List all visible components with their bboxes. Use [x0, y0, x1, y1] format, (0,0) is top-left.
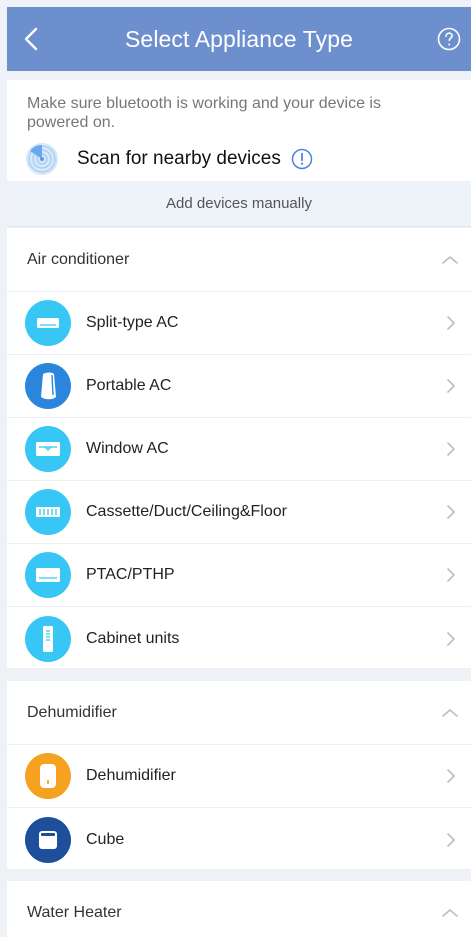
portable-ac-glyph — [41, 372, 56, 400]
scan-nearby-devices-row[interactable]: Scan for nearby devices — [25, 142, 313, 176]
portable-ac-icon — [25, 363, 71, 409]
chevron-right-icon — [447, 832, 455, 847]
question-circle-icon — [437, 27, 461, 51]
chevron-right-icon — [447, 316, 455, 330]
item-label: Dehumidifier — [86, 767, 176, 784]
help-button[interactable] — [435, 25, 463, 53]
chevron-up-icon — [442, 908, 458, 917]
radar-scan-icon — [26, 143, 58, 175]
item-label: Cassette/Duct/Ceiling&Floor — [86, 503, 287, 520]
list-item-cassette-duct-ceiling-floor[interactable]: Cassette/Duct/Ceiling&Floor — [7, 481, 471, 544]
list-item-cube[interactable]: Cube — [7, 808, 471, 871]
chevron-up-icon — [442, 255, 458, 264]
split-ac-icon — [25, 300, 71, 346]
ptac-glyph — [36, 568, 60, 582]
list-item-portable-ac[interactable]: Portable AC — [7, 355, 471, 418]
list-item-window-ac[interactable]: Window AC — [7, 418, 471, 481]
section-title: Dehumidifier — [27, 703, 117, 721]
chevron-right-icon — [447, 568, 455, 582]
chevron-right-icon — [447, 505, 455, 519]
dehumidifier-section: Dehumidifier Dehumidifier Cube — [7, 681, 471, 869]
cabinet-glyph — [43, 625, 53, 652]
window-ac-glyph — [36, 442, 60, 456]
list-item-cabinet-units[interactable]: Cabinet units — [7, 607, 471, 670]
chevron-right-icon — [447, 631, 455, 646]
cassette-icon — [25, 489, 71, 535]
window-ac-icon — [25, 426, 71, 472]
cabinet-icon — [25, 615, 71, 662]
water-heater-section-header[interactable]: Water Heater — [7, 881, 471, 937]
item-label: Cube — [86, 830, 125, 848]
item-label: Portable AC — [86, 377, 172, 394]
dehumidifier-icon — [25, 753, 71, 799]
split-ac-glyph — [37, 318, 59, 328]
back-arrow-icon — [24, 27, 38, 51]
section-title: Water Heater — [27, 903, 122, 921]
cassette-glyph — [36, 507, 60, 517]
back-button[interactable] — [15, 23, 47, 55]
chevron-right-icon — [447, 379, 455, 393]
scan-info-button[interactable] — [291, 148, 313, 170]
phone-screen: Select Appliance Type Make sure bluetoot… — [0, 0, 471, 937]
item-label: PTAC/PTHP — [86, 566, 175, 583]
item-label: Window AC — [86, 440, 169, 457]
bluetooth-notice-panel: Make sure bluetooth is working and your … — [7, 80, 471, 181]
section-title: Air conditioner — [27, 250, 130, 268]
chevron-up-icon — [442, 708, 458, 717]
top-app-bar: Select Appliance Type — [7, 7, 471, 71]
scan-nearby-devices-label: Scan for nearby devices — [77, 148, 281, 169]
dehumidifier-section-header[interactable]: Dehumidifier — [7, 681, 471, 745]
dehumidifier-glyph — [40, 764, 56, 788]
cube-glyph — [39, 830, 57, 849]
water-heater-section: Water Heater — [7, 881, 471, 937]
info-circle-icon — [291, 148, 313, 170]
bluetooth-instruction: Make sure bluetooth is working and your … — [27, 95, 381, 131]
list-item-dehumidifier[interactable]: Dehumidifier — [7, 745, 471, 808]
item-label: Cabinet units — [86, 629, 180, 647]
ptac-icon — [25, 552, 71, 598]
air-conditioner-section-header[interactable]: Air conditioner — [7, 228, 471, 292]
list-item-ptac-pthp[interactable]: PTAC/PTHP — [7, 544, 471, 607]
add-devices-manually-tab[interactable]: Add devices manually — [7, 181, 471, 227]
chevron-right-icon — [447, 769, 455, 783]
list-item-split-type-ac[interactable]: Split-type AC — [7, 292, 471, 355]
chevron-right-icon — [447, 442, 455, 456]
item-label: Split-type AC — [86, 314, 179, 331]
air-conditioner-section: Air conditioner Split-type AC Portable A… — [7, 228, 471, 668]
page-title: Select Appliance Type — [124, 25, 353, 52]
cube-icon — [25, 816, 71, 863]
